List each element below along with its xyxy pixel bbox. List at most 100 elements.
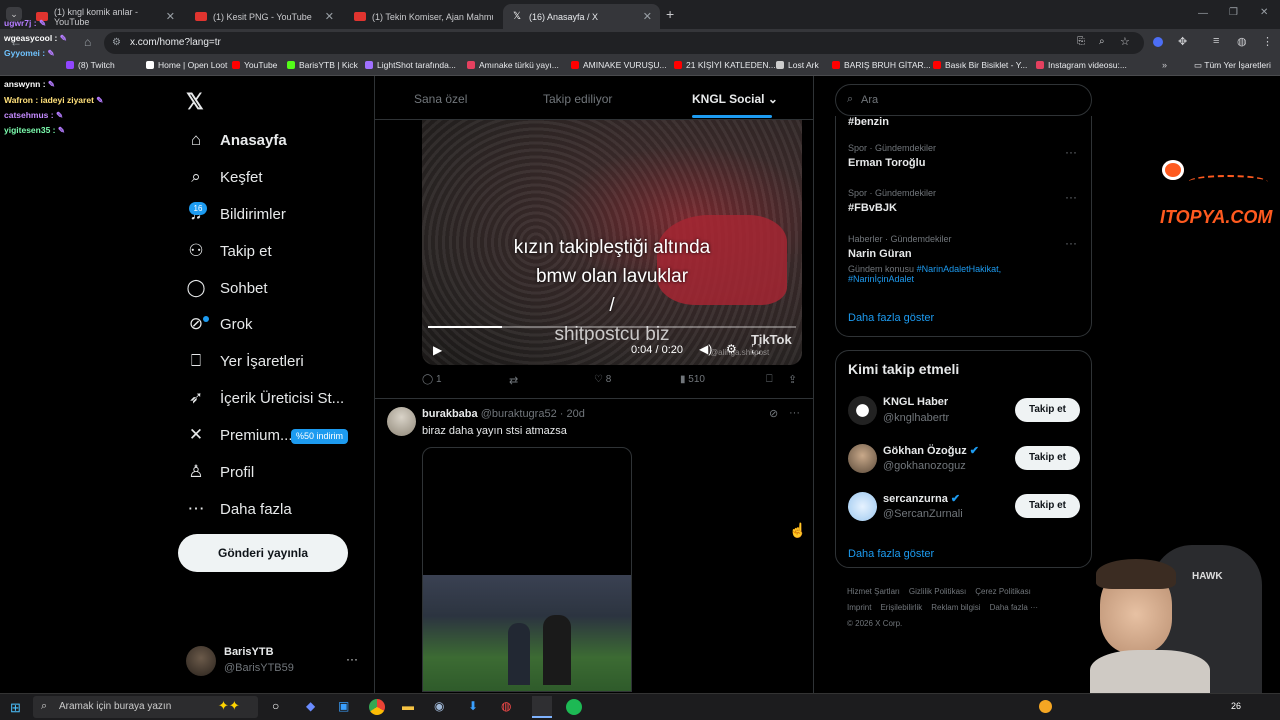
maximize-icon[interactable]: ❐: [1229, 7, 1238, 18]
avatar[interactable]: [848, 444, 877, 473]
avatar[interactable]: [848, 396, 877, 425]
follow-button[interactable]: Takip et: [1015, 398, 1080, 422]
bookmark-item[interactable]: Basık Bir Bisiklet - Y...: [933, 60, 1027, 70]
follow-button[interactable]: Takip et: [1015, 494, 1080, 518]
trend-hashtag-link[interactable]: #NarinİçinAdalet: [836, 274, 1091, 284]
bookmark-icon[interactable]: ⎕: [766, 373, 773, 386]
home-icon[interactable]: ⌂: [84, 35, 91, 49]
nav-item[interactable]: ♙ Profil: [186, 462, 254, 482]
media-icon[interactable]: ≡: [1213, 35, 1219, 47]
extension-icon[interactable]: [1153, 37, 1163, 47]
more-icon[interactable]: ···: [346, 652, 358, 666]
footer-link[interactable]: Hizmet Şartları: [847, 587, 900, 596]
nav-item[interactable]: ⊘ Grok: [186, 314, 253, 334]
volume-icon[interactable]: ◀): [699, 342, 712, 356]
share-icon[interactable]: ⇪: [788, 373, 797, 386]
footer-link[interactable]: Daha fazla ···: [990, 603, 1038, 612]
all-bookmarks-folder[interactable]: ▭ Tüm Yer İşaretleri: [1194, 60, 1271, 71]
avatar[interactable]: [848, 492, 877, 521]
nav-item[interactable]: ➶ İçerik Üreticisi St...: [186, 388, 344, 408]
install-icon[interactable]: ⎘: [1077, 36, 1085, 47]
star-icon[interactable]: ☆: [1120, 35, 1130, 48]
video-progress-track[interactable]: [428, 326, 796, 328]
search-box[interactable]: ⌕ Ara: [835, 84, 1092, 116]
play-icon[interactable]: ▶: [433, 343, 442, 357]
store-icon[interactable]: ▣: [338, 699, 349, 713]
chrome-icon[interactable]: [369, 699, 385, 715]
puzzle-icon[interactable]: ✥: [1178, 35, 1187, 48]
tab-kngl-social[interactable]: KNGL Social ⌄: [692, 92, 778, 106]
menu-icon[interactable]: ⋮: [1262, 35, 1273, 48]
footer-link[interactable]: Reklam bilgisi: [931, 603, 980, 612]
bookmark-item[interactable]: LightShot tarafında...: [365, 60, 456, 70]
browser-tab-4[interactable]: 𝕏 (16) Anasayfa / X ✕: [503, 4, 660, 29]
bookmark-item[interactable]: Home | Open Loot: [146, 60, 227, 70]
repost-button[interactable]: ⇄: [509, 374, 518, 387]
app-icon[interactable]: ◆: [306, 699, 315, 713]
post-handle[interactable]: @buraktugra52: [481, 408, 557, 420]
like-button[interactable]: ♡ 8: [594, 374, 611, 385]
weather-icon[interactable]: [1039, 700, 1052, 713]
task-view-icon[interactable]: ○: [272, 699, 279, 713]
tab-for-you[interactable]: Sana özel: [414, 92, 467, 106]
settings-icon[interactable]: ⚙: [726, 342, 737, 356]
views-button[interactable]: ▮ 510: [680, 374, 705, 385]
reply-button[interactable]: ◯ 1: [422, 374, 442, 385]
folder-icon[interactable]: ▬: [402, 699, 414, 713]
nav-item[interactable]: ◯ Sohbet: [186, 278, 267, 298]
zoom-icon[interactable]: ⌕: [1099, 36, 1105, 47]
browser-tab-2[interactable]: (1) Kesit PNG - YouTube ✕: [187, 4, 342, 29]
browser-tab-1[interactable]: (1) kngl komik anlar - YouTube ✕: [28, 4, 183, 29]
close-icon[interactable]: ✕: [643, 10, 652, 23]
bookmark-item[interactable]: Lost Ark: [776, 60, 819, 70]
nav-item[interactable]: ⌕ Keşfet: [186, 167, 262, 187]
footer-link[interactable]: Çerez Politikası: [975, 587, 1031, 596]
bookmark-item[interactable]: AMINAKE VURUŞU...: [571, 60, 667, 70]
follow-suggestion[interactable]: Gökhan Özoğuz ✔ @gokhanozoguz Takip et: [836, 442, 1091, 482]
trend-item[interactable]: Spor · Gündemdekiler Erman Toroğlu ···: [836, 143, 1091, 169]
close-window-icon[interactable]: ✕: [1260, 7, 1268, 18]
post-video[interactable]: [422, 447, 632, 692]
close-icon[interactable]: ✕: [325, 10, 334, 23]
nav-item[interactable]: ✕ Premium...: [186, 425, 293, 445]
footer-link[interactable]: Gizlilik Politikası: [909, 587, 966, 596]
more-icon[interactable]: ···: [789, 407, 800, 419]
show-more-follow-link[interactable]: Daha fazla göster: [848, 548, 934, 560]
more-icon[interactable]: ···: [1065, 190, 1077, 204]
more-icon[interactable]: ···: [1065, 236, 1077, 250]
trend-name[interactable]: #benzin: [848, 116, 889, 128]
footer-link[interactable]: Imprint: [847, 603, 871, 612]
follow-suggestion[interactable]: sercanzurna ✔ @SercanZurnali Takip et: [836, 490, 1091, 530]
show-more-trends-link[interactable]: Daha fazla göster: [848, 312, 934, 324]
grok-icon[interactable]: ⊘: [769, 407, 778, 420]
bookmark-item[interactable]: YouTube: [232, 60, 277, 70]
account-switcher[interactable]: BarisYTB @BarisYTB59 ···: [178, 640, 366, 684]
nav-item[interactable]: ⌂ Anasayfa: [186, 130, 287, 150]
nav-item[interactable]: ⚇ Takip et: [186, 241, 271, 261]
profile-icon[interactable]: ◍: [1237, 35, 1247, 48]
new-tab-button[interactable]: +: [666, 6, 674, 22]
fullscreen-icon[interactable]: ⛶: [752, 342, 760, 357]
nav-item[interactable]: ⎕ Yer İşaretleri: [186, 351, 304, 371]
app-icon[interactable]: ◍: [501, 699, 511, 713]
follow-button[interactable]: Takip et: [1015, 446, 1080, 470]
spotify-icon[interactable]: [566, 699, 582, 715]
chrome-active-icon[interactable]: [532, 696, 552, 718]
video-player[interactable]: kızın takipleştiği altında bmw olan lavu…: [422, 120, 802, 365]
nav-item[interactable]: ⋯ Daha fazla: [186, 499, 292, 519]
trend-hashtag-link[interactable]: #NarinAdaletHakikat,: [917, 264, 1002, 274]
bookmark-item[interactable]: Instagram videosu:...: [1036, 60, 1127, 70]
url-input[interactable]: ⚙ x.com/home?lang=tr: [104, 32, 1144, 54]
trend-item[interactable]: Spor · Gündemdekiler #FBvBJK ···: [836, 188, 1091, 214]
browser-tab-3[interactable]: (1) Tekin Komiser, Ajan Mahmut: [346, 4, 501, 29]
more-bookmarks-icon[interactable]: »: [1162, 60, 1167, 70]
steam-icon[interactable]: ◉: [434, 699, 444, 713]
tab-following[interactable]: Takip ediliyor: [543, 92, 612, 106]
footer-link[interactable]: Erişilebilirlik: [880, 603, 922, 612]
bookmark-item[interactable]: BARIŞ BRUH GİTAR...: [832, 60, 931, 70]
site-info-icon[interactable]: ⚙: [112, 32, 121, 54]
bookmark-item[interactable]: BarisYTB | Kick: [287, 60, 358, 70]
bookmark-item[interactable]: (8) Twitch: [66, 60, 115, 70]
post-author[interactable]: burakbaba: [422, 408, 478, 420]
x-logo-icon[interactable]: 𝕏: [186, 89, 204, 115]
